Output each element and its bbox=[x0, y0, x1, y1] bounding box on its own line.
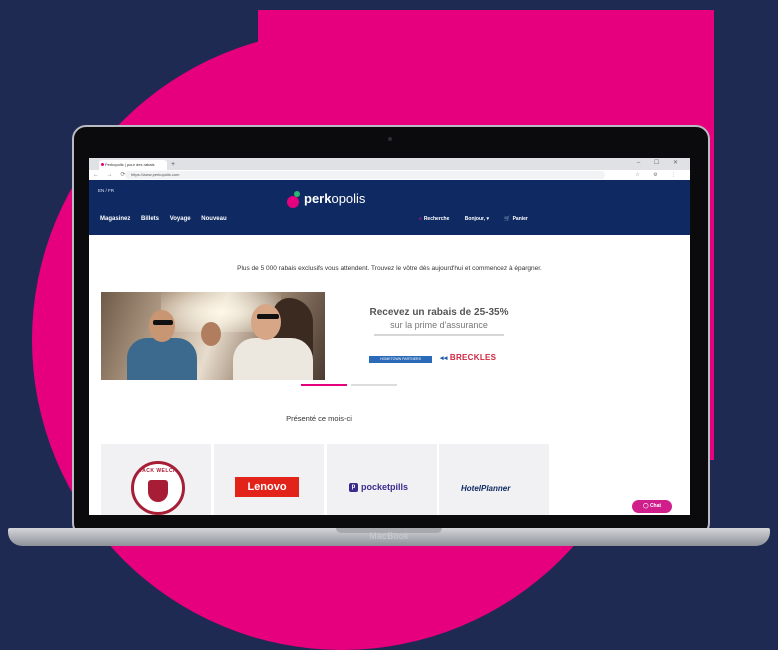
hero-sunglasses-shape bbox=[257, 314, 279, 319]
utility-navigation: ⌕ Recherche Bonjour, ▾ 🛒 Panier bbox=[419, 216, 542, 222]
brand-card-jack-welch[interactable]: JACK WELCH bbox=[101, 444, 211, 515]
hero-head-shape bbox=[251, 304, 281, 340]
logo-text: perkopolis bbox=[304, 191, 366, 206]
laptop-screen: Perkopolis | pour des rabais + – ☐ ✕ ← →… bbox=[89, 158, 690, 515]
hotelplanner-logo: HotelPlanner bbox=[461, 484, 511, 493]
site-header: EN / FR perkopolis Magasinez Billets Voy… bbox=[89, 180, 690, 235]
favicon-icon bbox=[101, 163, 104, 166]
brand-card-pocketpills[interactable]: p pocketpills bbox=[327, 444, 437, 515]
shield-icon bbox=[148, 480, 168, 502]
account-menu[interactable]: Bonjour, ▾ bbox=[465, 216, 489, 222]
promo-fine-print bbox=[374, 334, 504, 336]
chat-button[interactable]: ◯ Chat bbox=[632, 500, 672, 513]
section-title: Présenté ce mois-ci bbox=[286, 414, 352, 423]
chevron-down-icon: ▾ bbox=[486, 216, 489, 222]
language-switch[interactable]: EN / FR bbox=[98, 188, 114, 193]
partner-logo-breckles[interactable]: ◂◂ BRECKLES bbox=[440, 353, 496, 362]
cart-link[interactable]: 🛒 Panier bbox=[504, 216, 528, 222]
carousel-indicator[interactable] bbox=[351, 384, 397, 386]
url-field[interactable]: https://www.perkopolis.com bbox=[125, 171, 605, 179]
pocketpills-mark-icon: p bbox=[349, 483, 358, 493]
browser-tab[interactable]: Perkopolis | pour des rabais bbox=[99, 160, 167, 170]
search-link[interactable]: ⌕ Recherche bbox=[419, 216, 449, 222]
hero-person-shape bbox=[127, 338, 197, 380]
device-label: MacBook bbox=[369, 531, 409, 541]
brand-card-hotelplanner[interactable]: HotelPlanner bbox=[439, 444, 549, 515]
browser-tab-bar: Perkopolis | pour des rabais + – ☐ ✕ bbox=[89, 158, 690, 170]
hero-person-shape bbox=[233, 338, 313, 380]
brand-card-lenovo[interactable]: Lenovo bbox=[214, 444, 324, 515]
window-controls[interactable]: – ☐ ✕ bbox=[637, 159, 684, 166]
nav-voyage[interactable]: Voyage bbox=[170, 216, 191, 222]
main-navigation: Magasinez Billets Voyage Nouveau bbox=[100, 216, 236, 222]
nav-nouveau[interactable]: Nouveau bbox=[201, 216, 226, 222]
pocketpills-logo: p pocketpills bbox=[349, 482, 408, 493]
logo-leaf-icon bbox=[294, 191, 300, 197]
camera-icon bbox=[388, 137, 392, 141]
promo-subtitle: sur la prime d'assurance bbox=[390, 320, 488, 330]
search-icon: ⌕ bbox=[419, 216, 422, 222]
lenovo-logo: Lenovo bbox=[235, 477, 299, 497]
cart-icon: 🛒 bbox=[504, 216, 511, 222]
hero-head-shape bbox=[149, 310, 175, 342]
hero-image[interactable] bbox=[101, 292, 325, 380]
hero-head-shape bbox=[201, 322, 221, 346]
tab-title: Perkopolis | pour des rabais bbox=[105, 162, 155, 167]
nav-billets[interactable]: Billets bbox=[141, 216, 159, 222]
breckles-mark-icon: ◂◂ bbox=[440, 355, 450, 362]
jack-welch-seal-icon: JACK WELCH bbox=[131, 461, 185, 515]
promo-title: Recevez un rabais de 25-35% bbox=[369, 307, 509, 318]
nav-magasinez[interactable]: Magasinez bbox=[100, 216, 130, 222]
chat-icon: ◯ bbox=[642, 503, 650, 509]
extension-icons[interactable]: ☆ ⚙ ⋮ bbox=[635, 171, 682, 179]
hero-sunglasses-shape bbox=[153, 320, 173, 325]
new-tab-button[interactable]: + bbox=[171, 160, 175, 169]
logo-mark-icon bbox=[287, 196, 299, 208]
partner-logo-hometown[interactable]: HOMETOWN PARTNERS bbox=[369, 356, 432, 363]
intro-text: Plus de 5 000 rabais exclusifs vous atte… bbox=[237, 265, 542, 272]
carousel-indicator-active[interactable] bbox=[301, 384, 347, 386]
